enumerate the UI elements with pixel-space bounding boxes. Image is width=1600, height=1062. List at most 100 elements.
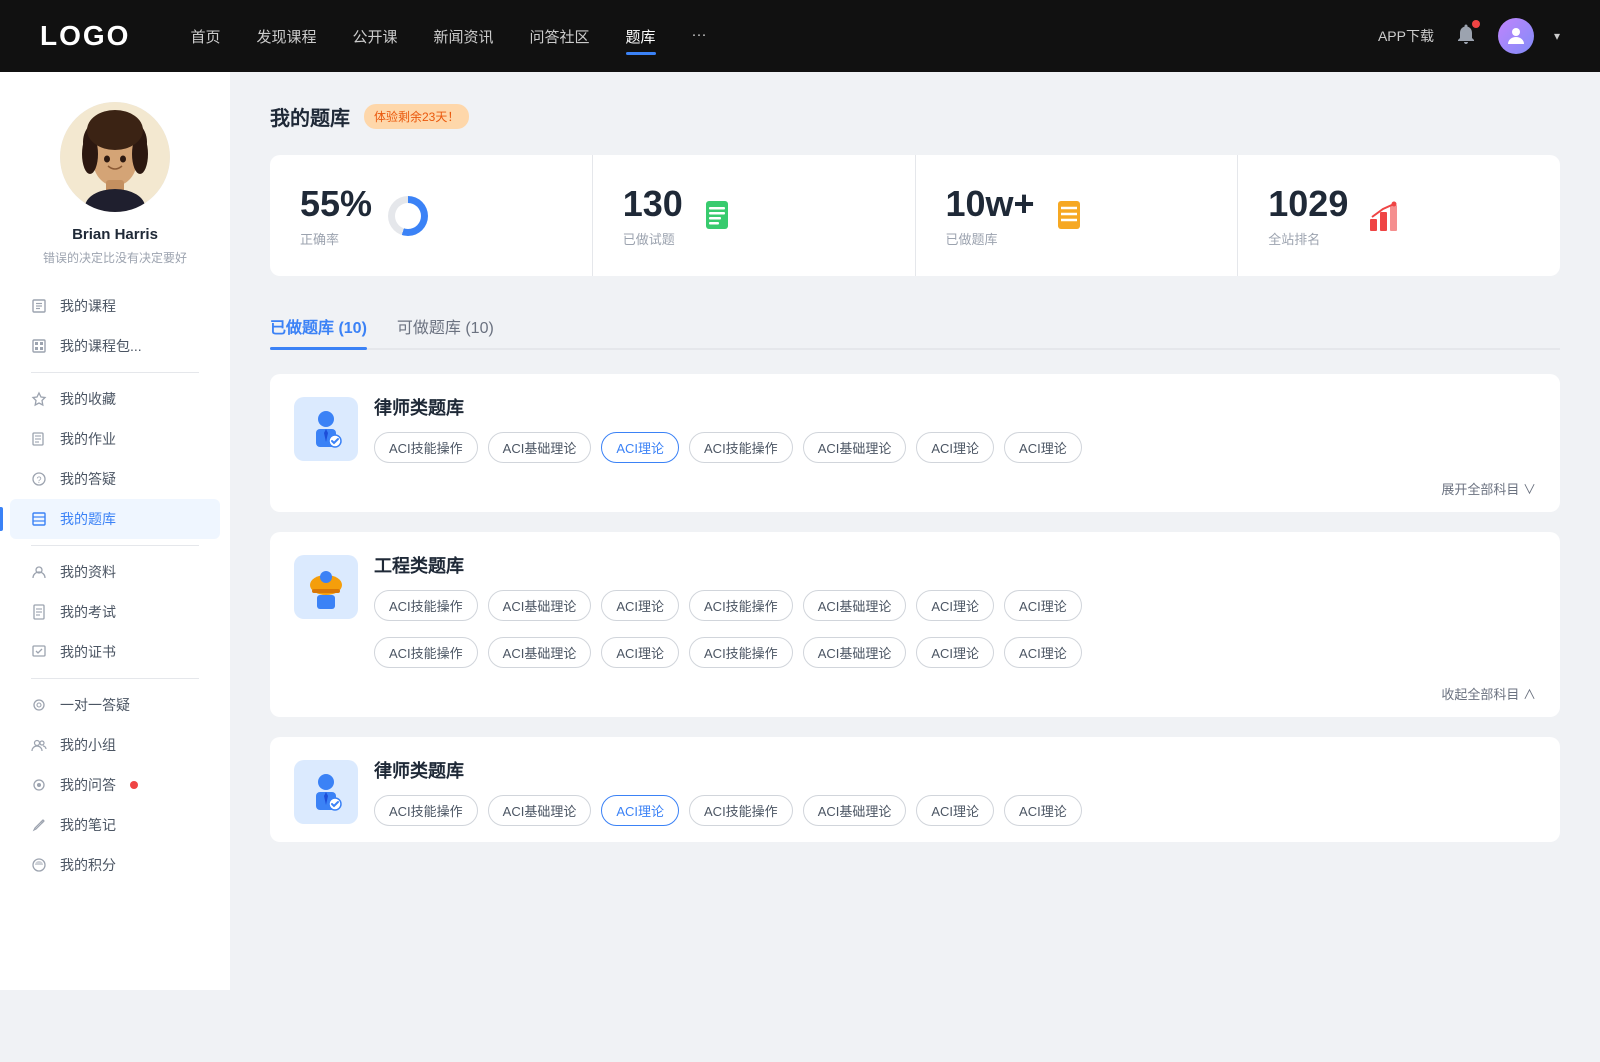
my-notes-label: 我的笔记 — [60, 815, 116, 835]
tag-item[interactable]: ACI理论 — [601, 637, 679, 668]
lawyer-bank-1-title: 律师类题库 — [374, 394, 1536, 420]
stat-done-questions-text: 130 已做试题 — [623, 183, 683, 248]
separator-2 — [31, 545, 199, 546]
avatar-illustration — [60, 102, 170, 212]
tag-item[interactable]: ACI基础理论 — [803, 432, 907, 463]
separator-1 — [31, 372, 199, 373]
tag-item[interactable]: ACI基础理论 — [488, 590, 592, 621]
tag-item[interactable]: ACI理论 — [916, 590, 994, 621]
sidebar-item-my-banks[interactable]: 我的题库 — [10, 499, 220, 539]
avatar[interactable] — [1498, 18, 1534, 54]
stats-row: 55% 正确率 130 已做试题 — [270, 155, 1560, 276]
tag-item[interactable]: ACI技能操作 — [689, 795, 793, 826]
tag-item[interactable]: ACI技能操作 — [374, 637, 478, 668]
banks-icon — [30, 510, 48, 528]
sidebar-menu: 我的课程 我的课程包... 我的收藏 我的作业 — [0, 286, 230, 885]
accuracy-value: 55% — [300, 183, 372, 225]
tag-item[interactable]: ACI技能操作 — [689, 637, 793, 668]
user-motto: 错误的决定比没有决定要好 — [43, 249, 187, 266]
stat-done-banks-text: 10w+ 已做题库 — [946, 183, 1035, 248]
sidebar-item-my-points[interactable]: 我的积分 — [10, 845, 220, 885]
lawyer-bank-1-expand[interactable]: 展开全部科目 ∨ — [270, 479, 1560, 512]
sidebar-item-my-packages[interactable]: 我的课程包... — [10, 326, 220, 366]
rank-value: 1029 — [1268, 183, 1348, 225]
tab-todo[interactable]: 可做题库 (10) — [397, 304, 494, 348]
sidebar-item-my-answers[interactable]: 我的问答 — [10, 765, 220, 805]
app-download-button[interactable]: APP下载 — [1378, 26, 1434, 46]
tag-item[interactable]: ACI技能操作 — [689, 432, 793, 463]
courses-icon — [30, 297, 48, 315]
tag-item[interactable]: ACI基础理论 — [488, 795, 592, 826]
tag-item[interactable]: ACI技能操作 — [374, 590, 478, 621]
done-banks-value: 10w+ — [946, 183, 1035, 225]
sidebar-item-one-on-one[interactable]: 一对一答疑 — [10, 685, 220, 725]
dropdown-arrow[interactable]: ▾ — [1554, 29, 1560, 43]
my-homework-label: 我的作业 — [60, 429, 116, 449]
tag-item[interactable]: ACI理论 — [1004, 432, 1082, 463]
tag-item[interactable]: ACI理论 — [916, 795, 994, 826]
bank-card-lawyer-1-header: 律师类题库 ACI技能操作 ACI基础理论 ACI理论 ACI技能操作 ACI基… — [270, 374, 1560, 479]
tag-item[interactable]: ACI基础理论 — [803, 637, 907, 668]
sidebar: Brian Harris 错误的决定比没有决定要好 我的课程 我的课程包... — [0, 72, 230, 990]
lawyer-bank-icon-2 — [294, 760, 358, 824]
main-content: 我的题库 体验剩余23天！ 55% 正确率 130 已做试题 — [230, 72, 1600, 990]
certs-icon — [30, 643, 48, 661]
nav-home[interactable]: 首页 — [190, 22, 220, 51]
my-certs-label: 我的证书 — [60, 642, 116, 662]
tag-item[interactable]: ACI基础理论 — [488, 432, 592, 463]
tag-item[interactable]: ACI理论 — [601, 590, 679, 621]
packages-icon — [30, 337, 48, 355]
sidebar-item-my-questions[interactable]: ? 我的答疑 — [10, 459, 220, 499]
done-questions-icon — [699, 196, 739, 236]
lawyer-bank-icon-1 — [294, 397, 358, 461]
my-questions-label: 我的答疑 — [60, 469, 116, 489]
tag-item[interactable]: ACI理论 — [916, 637, 994, 668]
nav-news[interactable]: 新闻资讯 — [434, 22, 494, 51]
sidebar-item-my-exams[interactable]: 我的考试 — [10, 592, 220, 632]
sidebar-item-my-profile[interactable]: 我的资料 — [10, 552, 220, 592]
sidebar-item-my-group[interactable]: 我的小组 — [10, 725, 220, 765]
sidebar-item-my-certs[interactable]: 我的证书 — [10, 632, 220, 672]
avatar-placeholder — [1498, 18, 1534, 54]
nav-bank[interactable]: 题库 — [626, 22, 656, 51]
tag-item[interactable]: ACI基础理论 — [803, 590, 907, 621]
sidebar-item-my-homework[interactable]: 我的作业 — [10, 419, 220, 459]
sidebar-item-my-courses[interactable]: 我的课程 — [10, 286, 220, 326]
trial-badge: 体验剩余23天！ — [364, 104, 469, 129]
nav-qa[interactable]: 问答社区 — [530, 22, 590, 51]
tag-item[interactable]: ACI技能操作 — [689, 590, 793, 621]
sidebar-item-my-notes[interactable]: 我的笔记 — [10, 805, 220, 845]
page-title-row: 我的题库 体验剩余23天！ — [270, 102, 1560, 131]
tag-item[interactable]: ACI技能操作 — [374, 432, 478, 463]
nav-discover[interactable]: 发现课程 — [256, 22, 316, 51]
bank-card-engineer-header: 工程类题库 ACI技能操作 ACI基础理论 ACI理论 ACI技能操作 ACI基… — [270, 532, 1560, 637]
tag-item[interactable]: ACI基础理论 — [803, 795, 907, 826]
done-banks-icon — [1051, 196, 1091, 236]
tag-item[interactable]: ACI理论 — [916, 432, 994, 463]
accuracy-donut-chart — [388, 196, 428, 236]
bank-card-lawyer-1: 律师类题库 ACI技能操作 ACI基础理论 ACI理论 ACI技能操作 ACI基… — [270, 374, 1560, 512]
sidebar-item-my-favorites[interactable]: 我的收藏 — [10, 379, 220, 419]
stat-done-banks: 10w+ 已做题库 — [916, 155, 1239, 276]
my-answers-label: 我的问答 — [60, 775, 116, 795]
tag-item-highlighted[interactable]: ACI理论 — [601, 432, 679, 463]
tag-item[interactable]: ACI技能操作 — [374, 795, 478, 826]
tag-item-highlighted[interactable]: ACI理论 — [601, 795, 679, 826]
tag-item[interactable]: ACI理论 — [1004, 590, 1082, 621]
tab-done[interactable]: 已做题库 (10) — [270, 304, 367, 348]
engineer-bank-collapse[interactable]: 收起全部科目 ∧ — [270, 684, 1560, 717]
my-courses-label: 我的课程 — [60, 296, 116, 316]
nav-open-course[interactable]: 公开课 — [352, 22, 397, 51]
questions-icon: ? — [30, 470, 48, 488]
tag-item[interactable]: ACI理论 — [1004, 795, 1082, 826]
stat-rank-text: 1029 全站排名 — [1268, 183, 1348, 248]
my-packages-label: 我的课程包... — [60, 336, 142, 356]
notification-bell[interactable] — [1454, 22, 1478, 51]
tabs-row: 已做题库 (10) 可做题库 (10) — [270, 304, 1560, 350]
one-on-one-icon — [30, 696, 48, 714]
tag-item[interactable]: ACI理论 — [1004, 637, 1082, 668]
nav-more[interactable]: ··· — [692, 22, 707, 51]
tag-item[interactable]: ACI基础理论 — [488, 637, 592, 668]
engineer-bank-title: 工程类题库 — [374, 552, 1536, 578]
rank-icon — [1364, 196, 1404, 236]
